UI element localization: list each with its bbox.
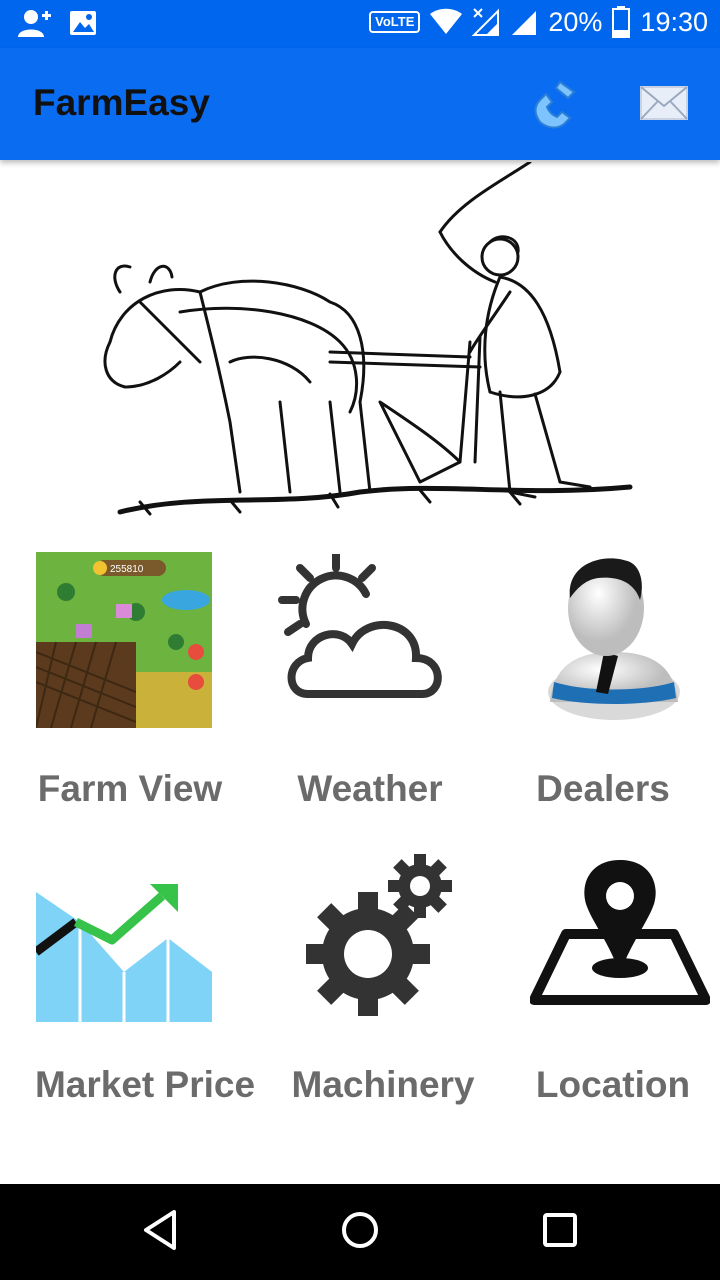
farm-game-thumbnail: 255810 [36, 552, 212, 728]
app-title: FarmEasy [33, 82, 210, 123]
coin-count: 255810 [110, 564, 144, 575]
add-user-icon [18, 10, 51, 37]
tile-market-price[interactable]: Market Price [0, 840, 270, 1120]
battery-icon [612, 6, 631, 38]
phone-icon[interactable] [530, 78, 582, 130]
tile-dealers[interactable]: Dealers [480, 540, 720, 820]
wifi-icon [430, 8, 463, 34]
gears-icon [306, 854, 452, 1016]
recents-icon[interactable] [540, 1208, 580, 1252]
back-icon[interactable] [140, 1208, 180, 1252]
tile-label-market-price: Market Price [34, 1064, 256, 1105]
tile-location[interactable]: Location [500, 840, 720, 1120]
status-bar: VoLTE 20% 19:30 [0, 0, 720, 48]
mail-icon[interactable] [640, 86, 688, 120]
battery-percent: 20% [548, 6, 603, 37]
market-chart-icon [36, 884, 212, 1022]
dealer-person-icon [548, 558, 680, 720]
sun-cloud-icon [278, 554, 442, 698]
image-icon [70, 11, 96, 35]
tile-label-weather: Weather [297, 768, 443, 809]
tile-label-machinery: Machinery [291, 1064, 475, 1105]
map-pin-icon [530, 860, 710, 1005]
app-bar: FarmEasy [0, 48, 720, 160]
signal-x-icon [472, 8, 500, 36]
volte-badge: VoLTE [369, 11, 421, 33]
tile-farm-view[interactable]: 255810 Farm View [0, 540, 240, 820]
tile-label-location: Location [535, 1064, 691, 1105]
home-icon[interactable] [340, 1208, 380, 1252]
tile-machinery[interactable]: Machinery [270, 840, 500, 1120]
clock: 19:30 [640, 6, 708, 37]
farmer-plough-illustration [103, 162, 633, 516]
tile-label-dealers: Dealers [536, 768, 670, 809]
signal-icon [512, 11, 537, 35]
tile-label-farm-view: Farm View [37, 768, 223, 809]
tile-weather[interactable]: Weather [240, 540, 480, 820]
system-nav-bar [0, 1184, 720, 1280]
